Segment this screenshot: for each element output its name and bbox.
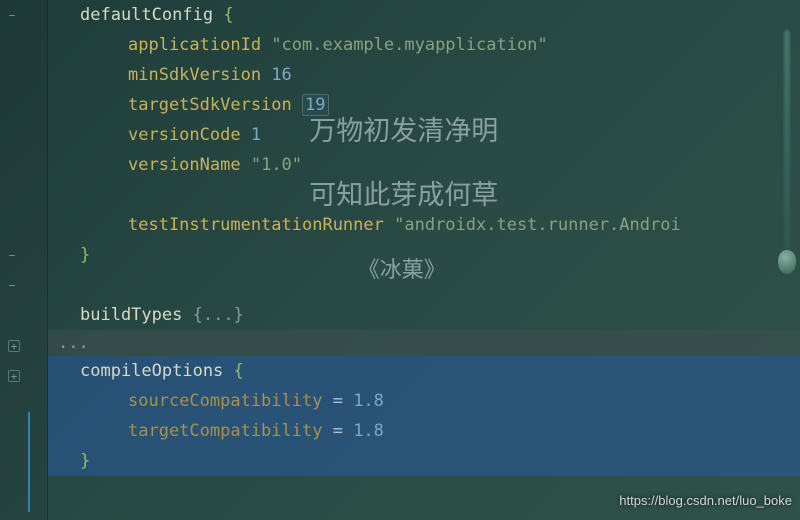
code-line: targetSdkVersion 19 [48, 90, 800, 120]
property: sourceCompatibility [128, 391, 322, 411]
property: minSdkVersion [128, 65, 261, 85]
editor-gutter: − − − + + [0, 0, 48, 520]
code-line-highlighted: targetCompatibility = 1.8 [48, 416, 800, 446]
code-line-folded[interactable]: buildTypes {...} [48, 300, 800, 330]
code-line-folded[interactable]: ... [48, 330, 800, 356]
property: targetSdkVersion [128, 95, 292, 115]
code-line: testInstrumentationRunner "androidx.test… [48, 210, 800, 240]
number-literal: 1.8 [353, 421, 384, 441]
fold-minus-icon[interactable]: − [6, 280, 18, 292]
brace: } [80, 451, 90, 471]
code-line: minSdkVersion 16 [48, 60, 800, 90]
property: applicationId [128, 35, 261, 55]
keyword: defaultConfig [80, 5, 213, 25]
ellipsis: ... [58, 333, 89, 353]
code-line-empty [48, 180, 800, 210]
change-marker [28, 412, 30, 512]
code-line-highlighted: sourceCompatibility = 1.8 [48, 386, 800, 416]
brace: } [80, 245, 90, 265]
code-line: versionCode 1 [48, 120, 800, 150]
fold-minus-icon[interactable]: − [6, 10, 18, 22]
operator: = [322, 391, 353, 411]
code-editor[interactable]: defaultConfig { applicationId "com.examp… [48, 0, 800, 520]
number-literal: 1 [251, 125, 261, 145]
folded-block[interactable]: {...} [193, 305, 244, 325]
number-literal: 1.8 [353, 391, 384, 411]
number-literal-warning: 19 [302, 94, 328, 116]
string-literal: "androidx.test.runner.Androi [394, 215, 681, 235]
watermark: https://blog.csdn.net/luo_boke [619, 486, 792, 516]
code-line-empty [48, 270, 800, 300]
code-line: defaultConfig { [48, 0, 800, 30]
fold-plus-icon[interactable]: + [8, 340, 20, 352]
code-line: } [48, 240, 800, 270]
code-line: versionName "1.0" [48, 150, 800, 180]
code-line: applicationId "com.example.myapplication… [48, 30, 800, 60]
string-literal: "com.example.myapplication" [271, 35, 547, 55]
code-line-highlighted: } [48, 446, 800, 476]
property: versionCode [128, 125, 241, 145]
property: testInstrumentationRunner [128, 215, 384, 235]
property: versionName [128, 155, 241, 175]
brace: { [234, 361, 244, 381]
string-literal: "1.0" [251, 155, 302, 175]
number-literal: 16 [271, 65, 291, 85]
keyword: buildTypes [80, 305, 182, 325]
code-line-highlighted: compileOptions { [48, 356, 800, 386]
property: targetCompatibility [128, 421, 322, 441]
fold-plus-icon[interactable]: + [8, 370, 20, 382]
operator: = [322, 421, 353, 441]
keyword: compileOptions [80, 361, 223, 381]
fold-minus-icon[interactable]: − [6, 250, 18, 262]
brace: { [223, 5, 233, 25]
